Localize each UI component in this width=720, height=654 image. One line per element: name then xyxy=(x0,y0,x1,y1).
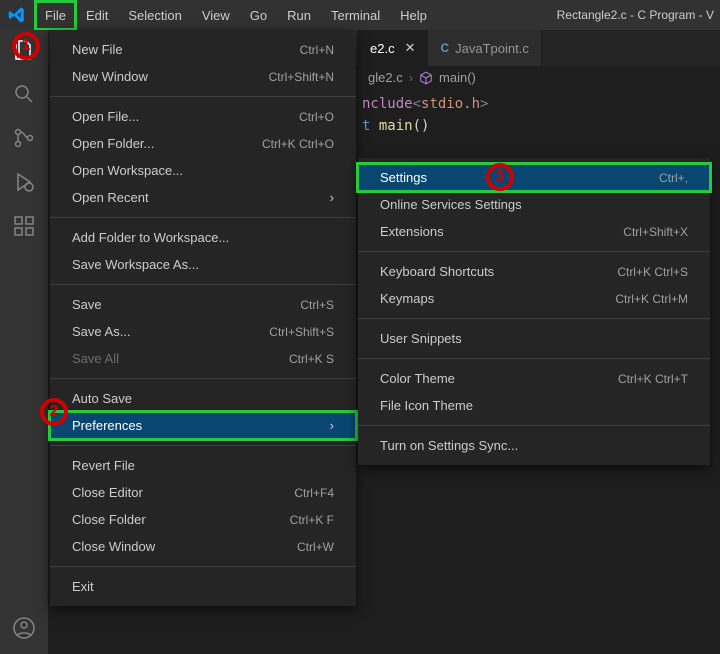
tab-active[interactable]: e2.c ✕ xyxy=(358,30,428,66)
file-menu-close-folder[interactable]: Close Folder Ctrl+K F xyxy=(50,506,356,533)
submenu-keyboard-shortcuts[interactable]: Keyboard Shortcuts Ctrl+K Ctrl+S xyxy=(358,258,710,285)
account-icon[interactable] xyxy=(12,616,36,640)
menu-separator xyxy=(358,358,710,359)
menu-separator xyxy=(358,318,710,319)
breadcrumb-symbol: main() xyxy=(439,70,476,85)
symbol-cube-icon xyxy=(419,71,433,85)
submenu-online-services[interactable]: Online Services Settings xyxy=(358,191,710,218)
menu-separator xyxy=(358,425,710,426)
vscode-logo-icon xyxy=(8,6,26,24)
menu-edit[interactable]: Edit xyxy=(77,2,117,29)
menu-view[interactable]: View xyxy=(193,2,239,29)
tab-label: JavaTpoint.c xyxy=(455,41,529,56)
extensions-icon[interactable] xyxy=(12,214,36,238)
file-menu-new-file[interactable]: New File Ctrl+N xyxy=(50,36,356,63)
menu-selection[interactable]: Selection xyxy=(119,2,190,29)
close-tab-icon[interactable]: ✕ xyxy=(405,40,416,56)
file-menu-exit[interactable]: Exit xyxy=(50,573,356,600)
tab-label: e2.c xyxy=(370,41,395,56)
file-menu-save-workspace-as[interactable]: Save Workspace As... xyxy=(50,251,356,278)
submenu-settings[interactable]: Settings Ctrl+, xyxy=(358,164,710,191)
file-menu-open-workspace[interactable]: Open Workspace... xyxy=(50,157,356,184)
activity-bar xyxy=(0,30,48,654)
chevron-right-icon: › xyxy=(330,190,334,205)
c-file-icon: C xyxy=(440,41,449,55)
preferences-submenu: Settings Ctrl+, Online Services Settings… xyxy=(358,158,710,465)
chevron-right-icon: › xyxy=(409,70,413,85)
file-menu-save-all: Save All Ctrl+K S xyxy=(50,345,356,372)
file-menu-revert-file[interactable]: Revert File xyxy=(50,452,356,479)
file-menu-auto-save[interactable]: Auto Save xyxy=(50,385,356,412)
search-icon[interactable] xyxy=(12,82,36,106)
menu-help[interactable]: Help xyxy=(391,2,436,29)
file-menu-save-as[interactable]: Save As... Ctrl+Shift+S xyxy=(50,318,356,345)
file-menu-new-window[interactable]: New Window Ctrl+Shift+N xyxy=(50,63,356,90)
submenu-extensions[interactable]: Extensions Ctrl+Shift+X xyxy=(358,218,710,245)
file-menu-open-recent[interactable]: Open Recent › xyxy=(50,184,356,211)
source-control-icon[interactable] xyxy=(12,126,36,150)
title-bar: File Edit Selection View Go Run Terminal… xyxy=(0,0,720,30)
menu-separator xyxy=(358,251,710,252)
menu-separator xyxy=(50,284,356,285)
menu-go[interactable]: Go xyxy=(241,2,276,29)
chevron-right-icon: › xyxy=(330,418,334,433)
submenu-file-icon-theme[interactable]: File Icon Theme xyxy=(358,392,710,419)
submenu-color-theme[interactable]: Color Theme Ctrl+K Ctrl+T xyxy=(358,365,710,392)
menu-run[interactable]: Run xyxy=(278,2,320,29)
tab-inactive[interactable]: C JavaTpoint.c xyxy=(428,30,541,66)
submenu-keymaps[interactable]: Keymaps Ctrl+K Ctrl+M xyxy=(358,285,710,312)
run-debug-icon[interactable] xyxy=(12,170,36,194)
annotation-badge-2: 2 xyxy=(40,398,68,426)
menu-separator xyxy=(50,566,356,567)
breadcrumb-file: gle2.c xyxy=(368,70,403,85)
annotation-badge-1: 1 xyxy=(12,32,40,60)
menu-file[interactable]: File xyxy=(36,2,75,29)
annotation-badge-3: 3 xyxy=(486,163,514,191)
file-menu-preferences[interactable]: Preferences › xyxy=(50,412,356,439)
file-menu-close-window[interactable]: Close Window Ctrl+W xyxy=(50,533,356,560)
file-menu-save[interactable]: Save Ctrl+S xyxy=(50,291,356,318)
menu-separator xyxy=(50,96,356,97)
window-title: Rectangle2.c - C Program - V xyxy=(557,8,714,22)
menu-terminal[interactable]: Terminal xyxy=(322,2,389,29)
file-menu-close-editor[interactable]: Close Editor Ctrl+F4 xyxy=(50,479,356,506)
submenu-settings-sync[interactable]: Turn on Settings Sync... xyxy=(358,432,710,459)
menu-separator xyxy=(50,445,356,446)
menu-separator xyxy=(50,217,356,218)
menu-separator xyxy=(50,378,356,379)
file-menu-open-folder[interactable]: Open Folder... Ctrl+K Ctrl+O xyxy=(50,130,356,157)
file-dropdown: New File Ctrl+N New Window Ctrl+Shift+N … xyxy=(50,30,356,606)
file-menu-add-folder[interactable]: Add Folder to Workspace... xyxy=(50,224,356,251)
file-menu-open-file[interactable]: Open File... Ctrl+O xyxy=(50,103,356,130)
submenu-user-snippets[interactable]: User Snippets xyxy=(358,325,710,352)
